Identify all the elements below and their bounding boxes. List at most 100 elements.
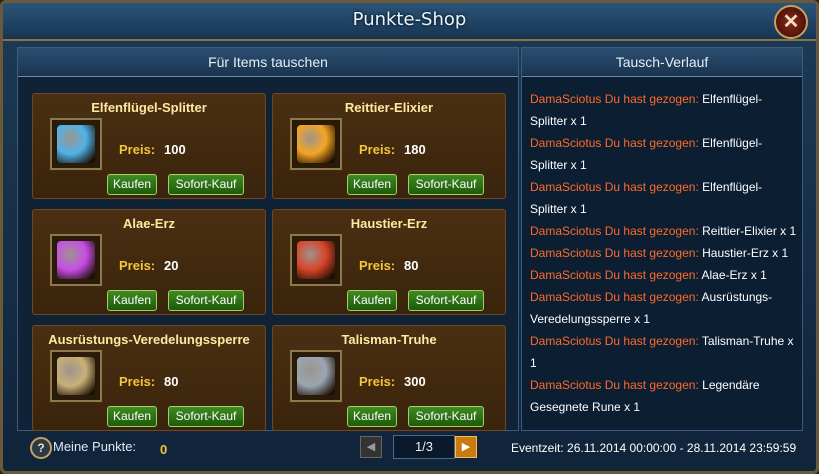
history-action: Du hast gezogen: <box>604 224 699 238</box>
item-name: Alae-Erz <box>122 216 176 231</box>
history-action: Du hast gezogen: <box>604 136 699 150</box>
buy-button[interactable]: Kaufen <box>107 174 157 195</box>
item-card: Elfenflügel-Splitter Preis: 100 Kaufen Sofor… <box>32 93 266 199</box>
item-icon-frame <box>50 234 102 286</box>
history-entry: DamaSciotus Du hast gezogen: Reittier-El… <box>530 220 798 242</box>
item-name: Reittier-Elixier <box>344 100 434 115</box>
history-user: DamaSciotus <box>530 378 602 392</box>
title-bar: Punkte-Shop ✕ <box>3 3 816 41</box>
item-icon-frame <box>50 118 102 170</box>
price-label: Preis: <box>359 374 396 389</box>
purple-ore-icon <box>57 241 95 279</box>
history-item: Ausrüstungs- <box>701 290 773 304</box>
buy-button[interactable]: Kaufen <box>347 174 397 195</box>
items-panel-title: Für Items tauschen <box>18 48 518 77</box>
item-card: Reittier-Elixier Preis: 180 Kaufen Sofort-Ka… <box>272 93 506 199</box>
history-user: DamaSciotus <box>530 224 602 238</box>
history-item: Talisman-Truhe x <box>701 334 794 348</box>
event-time: Eventzeit: 26.11.2014 00:00:00 - 28.11.2… <box>511 441 797 455</box>
price-value: 80 <box>164 374 179 389</box>
history-action: Du hast gezogen: <box>604 334 699 348</box>
points-label: Meine Punkte: <box>53 439 137 454</box>
history-user: DamaSciotus <box>530 334 602 348</box>
items-panel: Für Items tauschen Elfenflügel-Splitter P… <box>17 47 519 431</box>
item-card: Alae-Erz Preis: 20 Kaufen Sofort-Kauf <box>32 209 266 315</box>
item-icon-frame <box>290 234 342 286</box>
instant-buy-button[interactable]: Sofort-Kauf <box>168 174 244 195</box>
footer-bar: ? Meine Punkte: 0 ◀ 1/3 ▶ Eventzeit: 26.… <box>17 431 807 467</box>
item-card: Talisman-Truhe Preis: 300 Kaufen Sofort-Kauf <box>272 325 506 431</box>
instant-buy-button[interactable]: Sofort-Kauf <box>168 406 244 427</box>
potion-flask-icon <box>297 125 335 163</box>
history-user: DamaSciotus <box>530 136 602 150</box>
instant-buy-button[interactable]: Sofort-Kauf <box>408 174 484 195</box>
price-value: 300 <box>404 374 426 389</box>
instant-buy-button[interactable]: Sofort-Kauf <box>408 290 484 311</box>
price-value: 20 <box>164 258 179 273</box>
prev-page-button[interactable]: ◀ <box>360 436 382 458</box>
history-item: Elfenflügel- <box>702 92 763 106</box>
history-item: Legendäre <box>702 378 760 392</box>
price-label: Preis: <box>359 258 396 273</box>
history-action: Du hast gezogen: <box>604 92 699 106</box>
history-action: Du hast gezogen: <box>604 180 699 194</box>
history-user: DamaSciotus <box>530 290 602 304</box>
instant-buy-button[interactable]: Sofort-Kauf <box>168 290 244 311</box>
history-action: Du hast gezogen: <box>604 246 699 260</box>
history-entry: DamaSciotus Du hast gezogen: Ausrüstungs… <box>530 286 798 330</box>
item-icon-frame <box>50 350 102 402</box>
history-log[interactable]: DamaSciotus Du hast gezogen: Elfenflügel… <box>530 88 798 418</box>
item-icon-frame <box>290 118 342 170</box>
price-value: 80 <box>404 258 419 273</box>
history-action: Du hast gezogen: <box>604 290 699 304</box>
history-entry: DamaSciotus Du hast gezogen: Elfenflügel… <box>530 176 798 220</box>
item-card: Haustier-Erz Preis: 80 Kaufen Sofort-Kauf <box>272 209 506 315</box>
puzzle-shard-icon <box>57 125 95 163</box>
price-value: 180 <box>404 142 426 157</box>
history-panel: Tausch-Verlauf DamaSciotus Du hast gezog… <box>521 47 803 431</box>
buy-button[interactable]: Kaufen <box>107 406 157 427</box>
history-action: Du hast gezogen: <box>604 378 699 392</box>
history-entry: DamaSciotus Du hast gezogen: Talisman-Tr… <box>530 330 798 374</box>
history-panel-title: Tausch-Verlauf <box>522 48 802 77</box>
history-user: DamaSciotus <box>530 180 602 194</box>
history-entry: DamaSciotus Du hast gezogen: Legendäre Ge… <box>530 374 798 418</box>
history-entry: DamaSciotus Du hast gezogen: Alae-Erz x … <box>530 264 798 286</box>
item-card: Ausrüstungs-Veredelungssperre Preis: 80 Kau… <box>32 325 266 431</box>
history-item: Elfenflügel- <box>702 136 763 150</box>
history-item-cont: Splitter x 1 <box>530 114 587 128</box>
buy-button[interactable]: Kaufen <box>347 290 397 311</box>
history-item-cont: Veredelungssperre x 1 <box>530 312 651 326</box>
price-label: Preis: <box>119 258 156 273</box>
history-user: DamaSciotus <box>530 268 602 282</box>
history-item-cont: Splitter x 1 <box>530 158 587 172</box>
item-name: Talisman-Truhe <box>341 332 437 347</box>
history-item-cont: Splitter x 1 <box>530 202 587 216</box>
history-entry: DamaSciotus Du hast gezogen: Haustier-Er… <box>530 242 798 264</box>
price-label: Preis: <box>119 374 156 389</box>
punkte-shop-window: Punkte-Shop ✕ Für Items tauschen Elfenfl… <box>0 0 819 474</box>
help-button[interactable]: ? <box>30 437 52 459</box>
close-button[interactable]: ✕ <box>774 5 808 39</box>
buy-button[interactable]: Kaufen <box>107 290 157 311</box>
history-entry: DamaSciotus Du hast gezogen: Elfenflügel… <box>530 88 798 132</box>
history-item-cont: 1 <box>530 356 537 370</box>
history-item: Alae-Erz x 1 <box>701 268 767 282</box>
history-user: DamaSciotus <box>530 92 602 106</box>
red-ore-icon <box>297 241 335 279</box>
history-item: Haustier-Erz x 1 <box>702 246 789 260</box>
history-action: Du hast gezogen: <box>604 268 699 282</box>
item-name: Haustier-Erz <box>350 216 428 231</box>
instant-buy-button[interactable]: Sofort-Kauf <box>408 406 484 427</box>
history-item: Reittier-Elixier x 1 <box>702 224 797 238</box>
treasure-chest-icon <box>297 357 335 395</box>
history-user: DamaSciotus <box>530 246 602 260</box>
item-icon-frame <box>290 350 342 402</box>
window-title: Punkte-Shop <box>352 9 467 30</box>
buy-button[interactable]: Kaufen <box>347 406 397 427</box>
price-value: 100 <box>164 142 186 157</box>
history-item-cont: Gesegnete Rune x 1 <box>530 400 641 414</box>
price-label: Preis: <box>119 142 156 157</box>
points-value: 0 <box>160 442 168 457</box>
next-page-button[interactable]: ▶ <box>455 436 477 458</box>
